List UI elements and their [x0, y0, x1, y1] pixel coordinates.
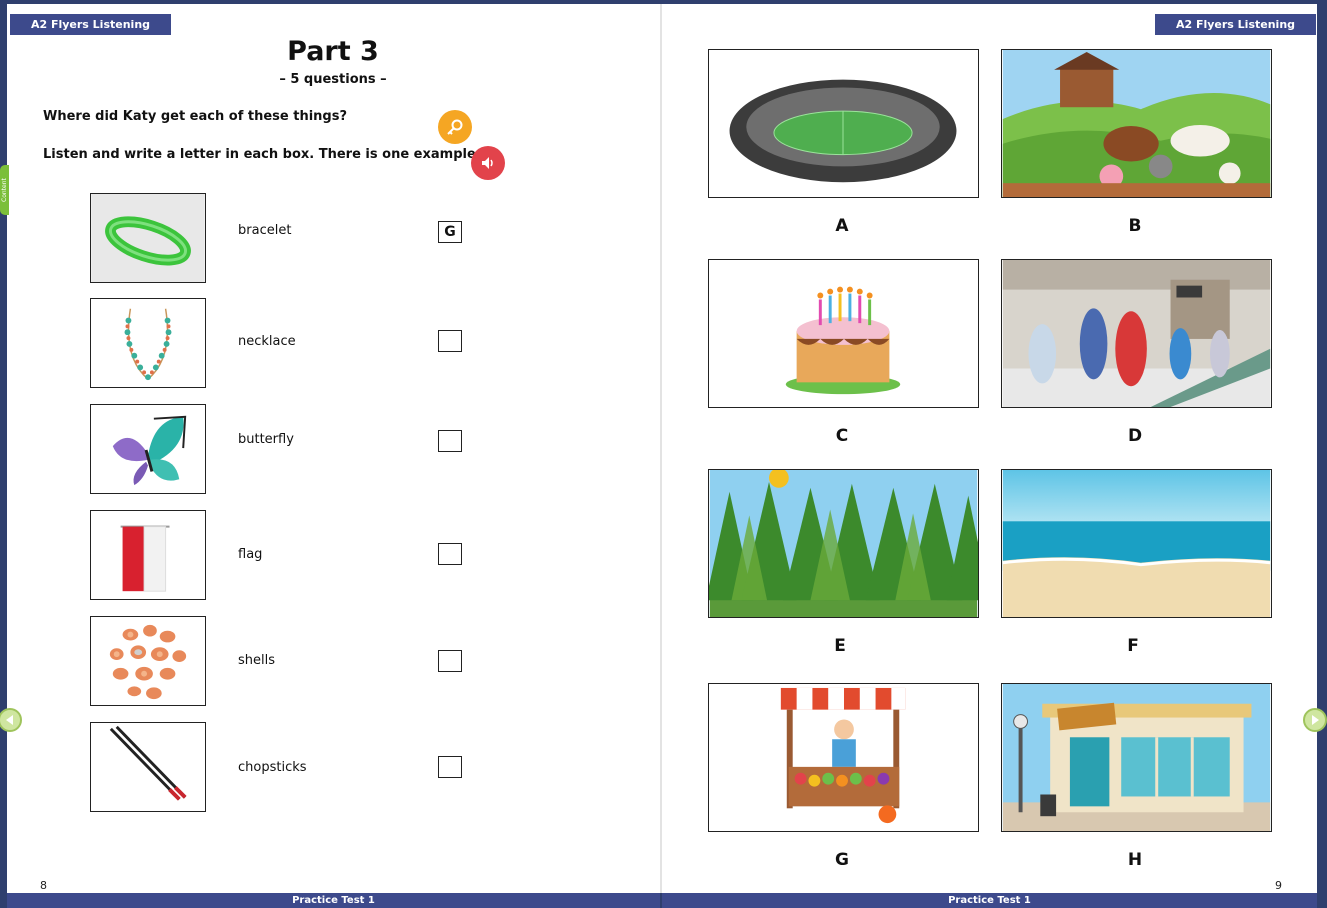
birthday-cake-image — [708, 259, 979, 408]
left-page-number: 8 — [40, 879, 47, 892]
stadium-image — [708, 49, 979, 198]
shopping-mall-image — [1001, 259, 1272, 408]
picture-letter-f: F — [1127, 636, 1139, 656]
picture-letter-g: G — [835, 850, 849, 870]
picture-letter-h: H — [1127, 850, 1143, 870]
right-footer-label: Practice Test 1 — [662, 893, 1317, 908]
flag-image — [90, 510, 206, 600]
picture-letter-b: B — [1128, 216, 1142, 236]
beach-image — [1001, 469, 1272, 618]
forest-image — [708, 469, 979, 618]
item-label-chopsticks: chopsticks — [238, 760, 307, 775]
task-instruction: Listen and write a letter in each box. T… — [43, 147, 481, 162]
answer-box-necklace[interactable] — [438, 330, 462, 352]
bracelet-image — [90, 193, 206, 283]
chopsticks-image — [90, 722, 206, 812]
left-footer-label: Practice Test 1 — [7, 893, 660, 908]
answer-box-chopsticks[interactable] — [438, 756, 462, 778]
next-page-button[interactable] — [1303, 708, 1327, 732]
answer-box-shells[interactable] — [438, 650, 462, 672]
picture-letter-e: E — [834, 636, 846, 656]
picture-letter-d: D — [1127, 426, 1143, 446]
farm-image — [1001, 49, 1272, 198]
question-instruction: Where did Katy get each of these things? — [43, 109, 348, 124]
answer-box-bracelet[interactable]: G — [438, 221, 462, 243]
part-subtitle: – 5 questions – — [279, 72, 387, 87]
arrow-right-icon — [1312, 715, 1319, 725]
page-gutter — [660, 4, 662, 893]
answer-box-flag[interactable] — [438, 543, 462, 565]
shells-image — [90, 616, 206, 706]
item-label-shells: shells — [238, 653, 276, 668]
key-icon — [447, 119, 463, 135]
picture-letter-a: A — [835, 216, 849, 236]
answer-box-butterfly[interactable] — [438, 430, 462, 452]
restaurant-image — [1001, 683, 1272, 832]
left-header-label: A2 Flyers Listening — [10, 14, 171, 35]
item-label-butterfly: butterfly — [238, 432, 294, 447]
necklace-image — [90, 298, 206, 388]
play-audio-button[interactable] — [471, 146, 505, 180]
speaker-icon — [482, 157, 493, 169]
right-page-number: 9 — [1275, 879, 1282, 892]
arrow-left-icon — [6, 715, 13, 725]
item-label-flag: flag — [238, 547, 263, 562]
item-label-bracelet: bracelet — [238, 223, 292, 238]
content-side-tab[interactable]: Content — [0, 165, 9, 215]
picture-letter-c: C — [835, 426, 849, 446]
item-label-necklace: necklace — [238, 334, 296, 349]
answer-key-button[interactable] — [438, 110, 472, 144]
right-header-label: A2 Flyers Listening — [1155, 14, 1316, 35]
market-stall-image — [708, 683, 979, 832]
part-title: Part 3 — [287, 36, 379, 67]
butterfly-image — [90, 404, 206, 494]
